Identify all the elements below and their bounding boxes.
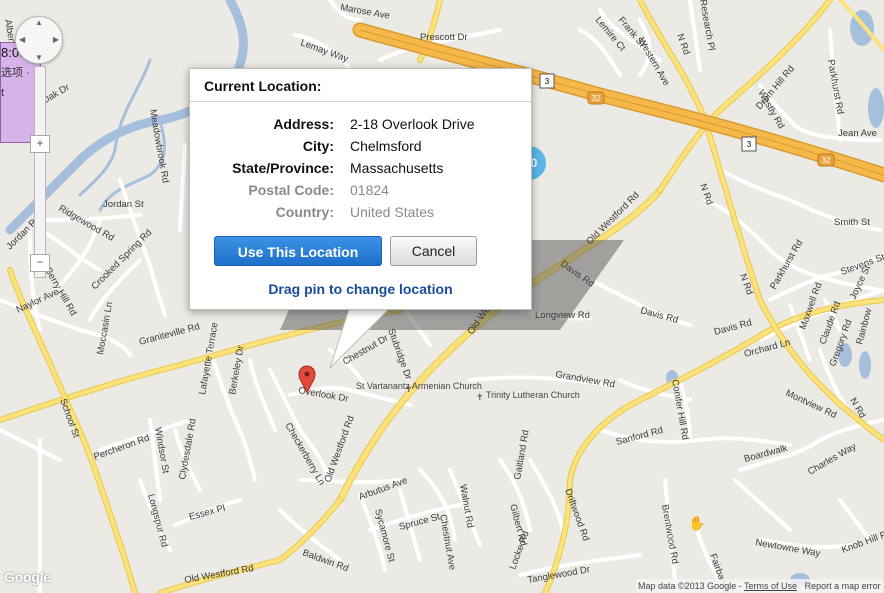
divider <box>190 101 531 102</box>
state-row: State/Province: Massachusetts <box>190 160 531 180</box>
city-label: City: <box>302 138 334 154</box>
svg-text:Prescott Dr: Prescott Dr <box>420 32 468 43</box>
terms-of-use-link[interactable]: Terms of Use <box>744 581 797 591</box>
svg-text:Smith St: Smith St <box>834 217 870 228</box>
svg-text:Longview Rd: Longview Rd <box>535 310 590 321</box>
pan-control[interactable]: ▲ ▼ ◀ ▶ <box>15 16 63 64</box>
country-row: Country: United States <box>190 204 531 224</box>
country-value: United States <box>350 204 435 220</box>
pan-right-arrow-icon[interactable]: ▶ <box>53 35 59 44</box>
svg-text:✝: ✝ <box>405 384 413 394</box>
route-shield: 32 <box>587 91 605 105</box>
route-shield: 3 <box>741 136 757 152</box>
cancel-button[interactable]: Cancel <box>390 236 477 266</box>
state-label: State/Province: <box>232 160 334 176</box>
city-row: City: Chelmsford <box>190 138 531 158</box>
svg-text:Jean Ave: Jean Ave <box>838 128 877 139</box>
info-window-title: Current Location: <box>204 78 322 94</box>
svg-text:✝: ✝ <box>476 392 484 402</box>
info-window: Current Location: Address: 2-18 Overlook… <box>189 68 532 310</box>
postal-label: Postal Code: <box>248 182 334 198</box>
drag-pin-link[interactable]: Drag pin to change location <box>190 281 531 297</box>
hand-cursor-icon: ✋ <box>688 515 706 531</box>
city-value: Chelmsford <box>350 138 422 154</box>
report-error-link[interactable]: Report a map error <box>805 581 881 591</box>
route-shield: 3 <box>539 73 555 89</box>
zoom-out-button[interactable]: − <box>30 254 50 272</box>
map-data-text: Map data ©2013 Google <box>638 581 737 591</box>
zoom-in-button[interactable]: + <box>30 135 50 153</box>
route-shield: 32 <box>817 153 835 167</box>
svg-text:Trinity Lutheran Church: Trinity Lutheran Church <box>486 390 580 400</box>
google-logo[interactable]: Google <box>4 569 51 585</box>
address-value: 2-18 Overlook Drive <box>350 116 475 132</box>
use-location-button[interactable]: Use This Location <box>214 236 382 266</box>
svg-text:32: 32 <box>592 94 601 103</box>
svg-text:3: 3 <box>545 77 550 86</box>
svg-text:3: 3 <box>747 140 752 149</box>
pan-up-arrow-icon[interactable]: ▲ <box>35 18 43 27</box>
pan-left-arrow-icon[interactable]: ◀ <box>19 35 25 44</box>
country-label: Country: <box>275 204 334 220</box>
svg-text:32: 32 <box>822 156 831 165</box>
address-label: Address: <box>273 116 334 132</box>
svg-text:Jordan St: Jordan St <box>103 199 144 210</box>
state-value: Massachusetts <box>350 160 444 176</box>
clock-options[interactable]: 选项 · <box>1 64 30 80</box>
postal-row: Postal Code: 01824 <box>190 182 531 202</box>
zoom-slider-track[interactable] <box>34 66 46 278</box>
svg-text:St Vartanantz Armenian Church: St Vartanantz Armenian Church <box>356 381 482 391</box>
pan-down-arrow-icon[interactable]: ▼ <box>35 53 43 62</box>
postal-value: 01824 <box>350 182 389 198</box>
address-row: Address: 2-18 Overlook Drive <box>190 116 531 136</box>
map-attribution: Map data ©2013 Google - Terms of Use Rep… <box>636 579 883 593</box>
clock-text: t <box>1 87 5 99</box>
